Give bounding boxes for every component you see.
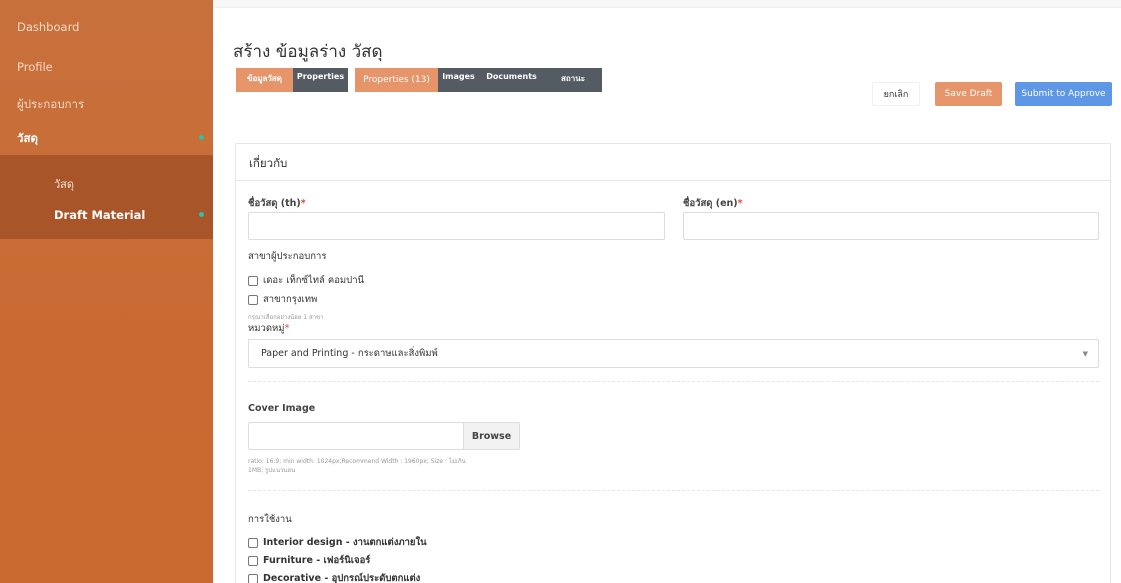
checkbox-icon[interactable] xyxy=(248,537,258,548)
sidebar-submenu: วัสดุ Draft Material xyxy=(0,155,213,239)
name-th-label: ชื่อวัสดุ (th)* xyxy=(248,196,306,211)
branch-option-label: เดอะ เท็กซ์ไทล์ คอมปานี xyxy=(263,275,365,286)
cover-image-file-field[interactable] xyxy=(248,422,463,450)
required-mark: * xyxy=(284,323,290,334)
required-mark: * xyxy=(737,198,743,209)
submenu-item-draft-material[interactable]: Draft Material xyxy=(54,208,145,222)
tab-status[interactable]: สถานะ xyxy=(544,68,602,92)
chevron-down-icon: ▼ xyxy=(1082,350,1088,358)
name-th-label-text: ชื่อวัสดุ (th) xyxy=(248,198,301,209)
tab-documents[interactable]: Documents xyxy=(479,68,544,92)
name-th-input[interactable] xyxy=(248,212,665,240)
checkbox-icon[interactable] xyxy=(248,555,258,566)
sidebar-item-materials[interactable]: วัสดุ xyxy=(0,130,213,148)
card-header: เกี่ยวกับ xyxy=(236,144,1110,181)
cover-image-hint-line2: 1MB; รูปแนวนอน xyxy=(248,467,296,474)
sidebar-item-profile[interactable]: Profile xyxy=(0,60,213,74)
section-divider xyxy=(248,490,1099,491)
usage-option-label: Decorative - อุปกรณ์ประดับตกแต่ง xyxy=(263,573,421,583)
save-draft-button[interactable]: Save Draft xyxy=(935,82,1002,106)
active-indicator-dot xyxy=(199,212,204,217)
usage-checkbox-furniture[interactable]: Furniture - เฟอร์นิเจอร์ xyxy=(248,553,370,568)
section-divider xyxy=(248,381,1099,382)
branch-checkbox-textile-company[interactable]: เดอะ เท็กซ์ไทล์ คอมปานี xyxy=(248,273,364,288)
sidebar: Dashboard Profile ผู้ประกอบการ วัสดุ วัส… xyxy=(0,0,213,583)
browse-button[interactable]: Browse xyxy=(463,422,520,450)
tab-properties-13[interactable]: Properties (13) xyxy=(355,68,438,92)
usage-option-label: Interior design - งานตกแต่งภายใน xyxy=(263,537,427,548)
checkbox-icon[interactable] xyxy=(248,275,258,286)
top-strip xyxy=(213,0,1121,8)
usage-label: การใช้งาน xyxy=(248,514,292,525)
usage-checkbox-interior-design[interactable]: Interior design - งานตกแต่งภายใน xyxy=(248,535,427,550)
usage-checkbox-decorative[interactable]: Decorative - อุปกรณ์ประดับตกแต่ง xyxy=(248,571,420,583)
active-indicator-dot xyxy=(199,135,204,140)
submenu-item-materials[interactable]: วัสดุ xyxy=(54,175,74,193)
checkbox-icon[interactable] xyxy=(248,573,258,583)
category-select[interactable]: Paper and Printing - กระดาษและสิ่งพิมพ์ … xyxy=(248,339,1099,368)
category-label-text: หมวดหมู่ xyxy=(248,323,285,334)
sidebar-item-operators[interactable]: ผู้ประกอบการ xyxy=(0,96,213,114)
name-en-input[interactable] xyxy=(683,212,1099,240)
tab-material-info[interactable]: ข้อมูลวัสดุ xyxy=(236,68,293,92)
name-en-label: ชื่อวัสดุ (en)* xyxy=(683,196,743,211)
category-label: หมวดหมู่* xyxy=(248,321,289,336)
branch-checkbox-bangkok[interactable]: สาขากรุงเทพ xyxy=(248,292,317,307)
card-title: เกี่ยวกับ xyxy=(249,156,288,170)
cover-image-label: Cover Image xyxy=(248,403,316,414)
tab-images[interactable]: Images xyxy=(438,68,479,92)
branch-label: สาขาผู้ประกอบการ xyxy=(248,251,327,262)
tab-properties[interactable]: Properties xyxy=(293,68,348,92)
submit-to-approve-button[interactable]: Submit to Approve xyxy=(1015,82,1112,106)
usage-option-label: Furniture - เฟอร์นิเจอร์ xyxy=(263,555,371,566)
required-mark: * xyxy=(300,198,306,209)
cancel-button[interactable]: ยกเลิก xyxy=(872,82,920,106)
name-en-label-text: ชื่อวัสดุ (en) xyxy=(683,198,738,209)
sidebar-item-dashboard[interactable]: Dashboard xyxy=(0,20,213,34)
branch-option-label: สาขากรุงเทพ xyxy=(263,294,318,305)
checkbox-icon[interactable] xyxy=(248,294,258,305)
category-select-value: Paper and Printing - กระดาษและสิ่งพิมพ์ xyxy=(261,348,438,359)
page-title: สร้าง ข้อมูลร่าง วัสดุ xyxy=(233,42,383,62)
